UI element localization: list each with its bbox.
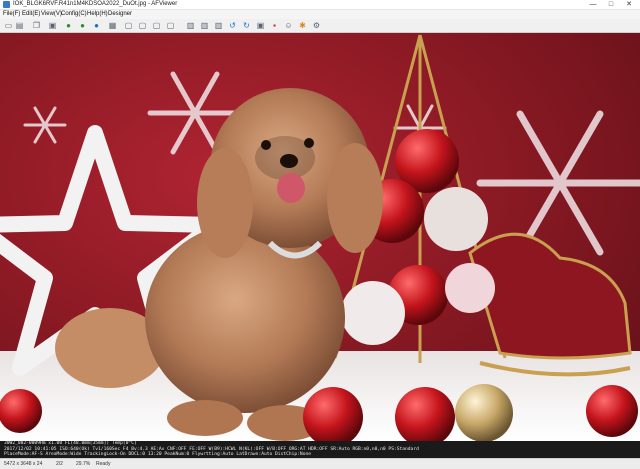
fit-icon[interactable]: ▢ — [124, 21, 133, 30]
forward-icon[interactable]: ● — [78, 21, 87, 30]
image-viewport[interactable] — [0, 33, 640, 441]
menu-help[interactable]: Help(H) — [87, 10, 108, 19]
copy-icon[interactable]: ❐ — [32, 21, 41, 30]
save-icon[interactable]: ▤ — [15, 21, 24, 30]
zoom-in-icon[interactable]: ▢ — [138, 21, 147, 30]
print-icon[interactable]: ▪ — [270, 21, 279, 30]
exif-line-3: PlaceMode:AF-S AreaMode:Wide TrackingLoc… — [4, 452, 311, 457]
photo-canvas — [0, 34, 640, 441]
run-icon[interactable]: ☺ — [284, 21, 293, 30]
sleigh — [468, 232, 632, 360]
crop-icon[interactable]: ↺ — [228, 21, 237, 30]
menu-config[interactable]: Config(C) — [61, 10, 87, 19]
menu-file[interactable]: File(F) — [3, 10, 20, 19]
open-icon[interactable]: ▭ — [4, 21, 13, 30]
reload-icon[interactable]: ● — [92, 21, 101, 30]
window-title: IOK_BLGK6RVF.R41n1M4KDSOA2022_DuOt.jpg -… — [13, 1, 178, 7]
delete-icon[interactable]: ▣ — [256, 21, 265, 30]
actual-size-icon[interactable]: ▢ — [166, 21, 175, 30]
maximize-button[interactable]: □ — [604, 0, 618, 9]
rotate-right-icon[interactable]: ▥ — [200, 21, 209, 30]
menu-designer[interactable]: Designer — [108, 10, 132, 19]
info-icon[interactable]: ↻ — [242, 21, 251, 30]
status-bar: 5472 x 3648 x 24 2/2 29.7% Ready — [0, 458, 640, 469]
paste-icon[interactable]: ▣ — [48, 21, 57, 30]
title-bar: IOK_BLGK6RVF.R41n1M4KDSOA2022_DuOt.jpg -… — [0, 0, 640, 10]
rotate-left-icon[interactable]: ▥ — [186, 21, 195, 30]
back-icon[interactable]: ● — [64, 21, 73, 30]
zoom-out-icon[interactable]: ▢ — [152, 21, 161, 30]
exif-overlay: 30W2_002-0009Hm x1.00 FL(48.0mm[35mm]) T… — [0, 441, 640, 458]
close-button[interactable]: ✕ — [622, 0, 636, 9]
menu-view[interactable]: View(V) — [41, 10, 62, 19]
star-icon[interactable]: ✱ — [298, 21, 307, 30]
minimize-button[interactable]: — — [586, 0, 600, 9]
flip-icon[interactable]: ▥ — [214, 21, 223, 30]
menu-bar: File(F) Edit(E) View(V) Config(C) Help(H… — [0, 10, 640, 19]
image-icon[interactable]: ▦ — [108, 21, 117, 30]
menu-edit[interactable]: Edit(E) — [22, 10, 40, 19]
settings-icon[interactable]: ⚙ — [312, 21, 321, 30]
toolbar: ▭ ▤ ❐ ▣ ● ● ● ▦ ▢ ▢ ▢ ▢ ▥ ▥ ▥ ↺ ↻ ▣ ▪ ☺ … — [0, 19, 640, 33]
app-icon — [3, 1, 10, 8]
